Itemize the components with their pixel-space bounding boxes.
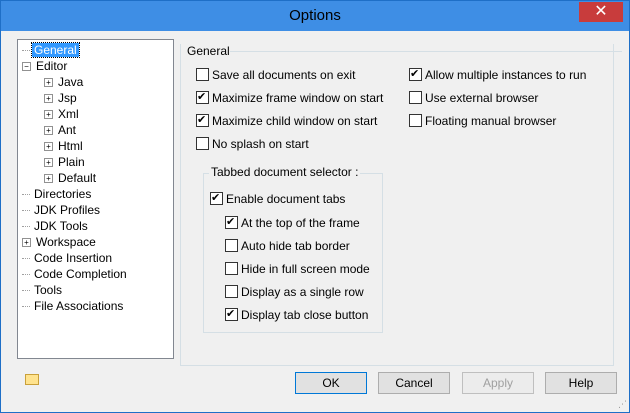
tree-connector: [22, 306, 30, 308]
tree-item-jdk-profiles[interactable]: JDK Profiles: [22, 202, 102, 218]
expand-icon[interactable]: +: [44, 78, 53, 88]
checkbox-box[interactable]: [225, 285, 238, 298]
tree-item-jsp[interactable]: + Jsp: [44, 90, 79, 106]
general-group-divider: [230, 51, 622, 52]
resize-grip-icon[interactable]: ⋰: [618, 399, 627, 410]
allow-multiple-instances-checkbox[interactable]: Allow multiple instances to run: [409, 66, 586, 83]
title-bar[interactable]: Options ✕: [1, 1, 629, 31]
maximize-child-checkbox[interactable]: Maximize child window on start: [196, 112, 377, 129]
checkbox-box[interactable]: [225, 262, 238, 275]
checkbox-box[interactable]: [225, 214, 238, 230]
tree-item-jdk-tools[interactable]: JDK Tools: [22, 218, 90, 234]
tree-item-code-completion[interactable]: Code Completion: [22, 266, 129, 282]
tabbed-selector-label: Tabbed document selector :: [209, 165, 361, 179]
auto-hide-tab-border-checkbox[interactable]: Auto hide tab border: [225, 238, 350, 254]
expand-icon[interactable]: +: [44, 158, 53, 168]
close-button[interactable]: ✕: [579, 2, 623, 22]
tree-item-tools[interactable]: Tools: [22, 282, 64, 298]
checkbox-box[interactable]: [210, 190, 223, 206]
checkbox-box[interactable]: [196, 68, 209, 81]
no-splash-checkbox[interactable]: No splash on start: [196, 136, 309, 152]
ok-button[interactable]: OK: [295, 372, 367, 394]
expand-icon[interactable]: +: [44, 94, 53, 104]
dialog-client: General − Editor + Java + Jsp + Xml + Ant + Ht…: [8, 31, 622, 405]
save-all-on-exit-checkbox[interactable]: Save all documents on exit: [196, 67, 355, 83]
tree-item-general[interactable]: General: [22, 42, 80, 58]
options-dialog: Options ✕ General − Editor + Java + Jsp + Xm…: [0, 0, 630, 413]
checkbox-box[interactable]: [409, 66, 422, 82]
tree-item-editor[interactable]: − Editor: [22, 58, 69, 74]
tree-connector: [22, 274, 30, 276]
checkbox-box[interactable]: [196, 112, 209, 128]
checkbox-box[interactable]: [196, 137, 209, 150]
expand-icon[interactable]: +: [44, 126, 53, 136]
use-external-browser-checkbox[interactable]: Use external browser: [409, 90, 538, 106]
tree-connector: [22, 194, 30, 196]
expand-icon[interactable]: +: [44, 174, 53, 184]
tree-item-file-associations[interactable]: File Associations: [22, 298, 125, 314]
help-button[interactable]: Help: [545, 372, 617, 394]
cancel-button[interactable]: Cancel: [378, 372, 450, 394]
tree-connector: [22, 258, 30, 260]
folder-icon: [25, 374, 39, 385]
checkbox-box[interactable]: [225, 306, 238, 322]
apply-button[interactable]: Apply: [462, 372, 534, 394]
tree-item-xml[interactable]: + Xml: [44, 106, 81, 122]
checkbox-box[interactable]: [409, 91, 422, 104]
tree-item-workspace[interactable]: + Workspace: [22, 234, 98, 250]
tree-item-code-insertion[interactable]: Code Insertion: [22, 250, 114, 266]
tree-item-default[interactable]: + Default: [44, 170, 98, 186]
tree-connector: [22, 210, 30, 212]
enable-document-tabs-checkbox[interactable]: Enable document tabs: [210, 190, 345, 207]
tree-item-html[interactable]: + Html: [44, 138, 85, 154]
maximize-frame-checkbox[interactable]: Maximize frame window on start: [196, 89, 383, 106]
collapse-icon[interactable]: −: [22, 62, 31, 72]
floating-manual-browser-checkbox[interactable]: Floating manual browser: [409, 113, 556, 129]
hide-full-screen-checkbox[interactable]: Hide in full screen mode: [225, 261, 370, 277]
tabs-at-top-checkbox[interactable]: At the top of the frame: [225, 214, 360, 231]
tab-close-button-checkbox[interactable]: Display tab close button: [225, 306, 368, 323]
tree-item-plain[interactable]: + Plain: [44, 154, 87, 170]
general-group-label: General: [187, 44, 230, 58]
tree-item-directories[interactable]: Directories: [22, 186, 93, 202]
expand-icon[interactable]: +: [44, 110, 53, 120]
tree-connector: [22, 290, 30, 292]
expand-icon[interactable]: +: [22, 238, 31, 248]
window-title: Options: [289, 7, 341, 24]
tree-connector: [22, 226, 30, 228]
checkbox-box[interactable]: [225, 239, 238, 252]
tree-item-java[interactable]: + Java: [44, 74, 85, 90]
expand-icon[interactable]: +: [44, 142, 53, 152]
tree-item-ant[interactable]: + Ant: [44, 122, 78, 138]
single-row-checkbox[interactable]: Display as a single row: [225, 284, 364, 300]
options-tree[interactable]: General − Editor + Java + Jsp + Xml + Ant + Ht…: [17, 39, 174, 359]
checkbox-box[interactable]: [409, 114, 422, 127]
tree-connector: [22, 50, 30, 52]
checkbox-box[interactable]: [196, 89, 209, 105]
